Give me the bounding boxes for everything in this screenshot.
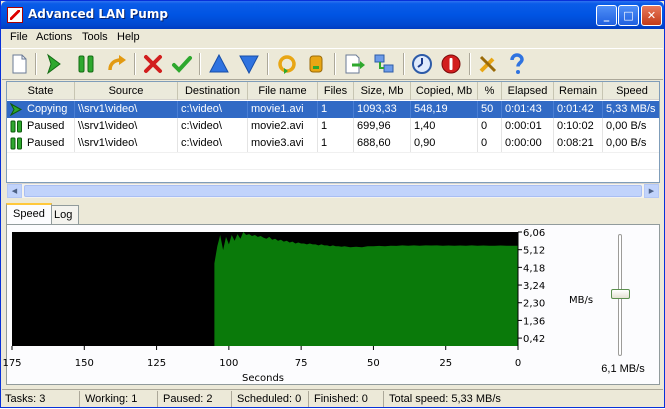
y-tick-label: 1,36 bbox=[523, 316, 545, 327]
x-axis-label: Seconds bbox=[242, 373, 284, 384]
status-finished: Finished: 0 bbox=[311, 391, 384, 407]
y-tick-label: 0,42 bbox=[523, 334, 545, 345]
status-working: Working: 1 bbox=[82, 391, 158, 407]
status-total-speed: Total speed: 5,33 MB/s bbox=[389, 393, 501, 405]
y-tick-label: 3,24 bbox=[523, 281, 545, 292]
status-scheduled: Scheduled: 0 bbox=[234, 391, 309, 407]
x-tick-label: 25 bbox=[439, 358, 452, 369]
x-tick-label: 100 bbox=[219, 358, 238, 369]
x-tick-label: 175 bbox=[2, 358, 21, 369]
x-tick-label: 125 bbox=[147, 358, 166, 369]
app-window: Advanced LAN Pump _ □ ✕ File Actions Too… bbox=[0, 0, 665, 408]
status-paused: Paused: 2 bbox=[160, 391, 232, 407]
y-tick-label: 4,18 bbox=[523, 263, 545, 274]
y-axis: 6,06 5,12 4,18 3,24 2,30 1,36 0,42 bbox=[517, 228, 545, 346]
x-tick-label: 50 bbox=[367, 358, 380, 369]
x-tick-label: 75 bbox=[295, 358, 308, 369]
x-tick-label: 150 bbox=[75, 358, 94, 369]
chart-area-group bbox=[214, 232, 518, 346]
x-axis: 175 150 125 100 75 50 25 0 bbox=[2, 346, 521, 369]
status-bar: Tasks: 3 Working: 1 Paused: 2 Scheduled:… bbox=[2, 389, 663, 407]
y-axis-label: MB/s bbox=[569, 295, 593, 306]
y-tick-label: 2,30 bbox=[523, 299, 545, 310]
speed-limit-slider-thumb[interactable] bbox=[611, 289, 630, 299]
speed-chart: 6,06 5,12 4,18 3,24 2,30 1,36 0,42 175 150 125 10… bbox=[2, 228, 593, 384]
speed-limit-value: 6,1 MB/s bbox=[601, 363, 645, 375]
y-tick-label: 6,06 bbox=[523, 228, 545, 239]
status-tasks: Tasks: 3 bbox=[2, 391, 80, 407]
x-tick-label: 0 bbox=[515, 358, 521, 369]
speed-area bbox=[214, 232, 518, 346]
y-tick-label: 5,12 bbox=[523, 246, 545, 257]
